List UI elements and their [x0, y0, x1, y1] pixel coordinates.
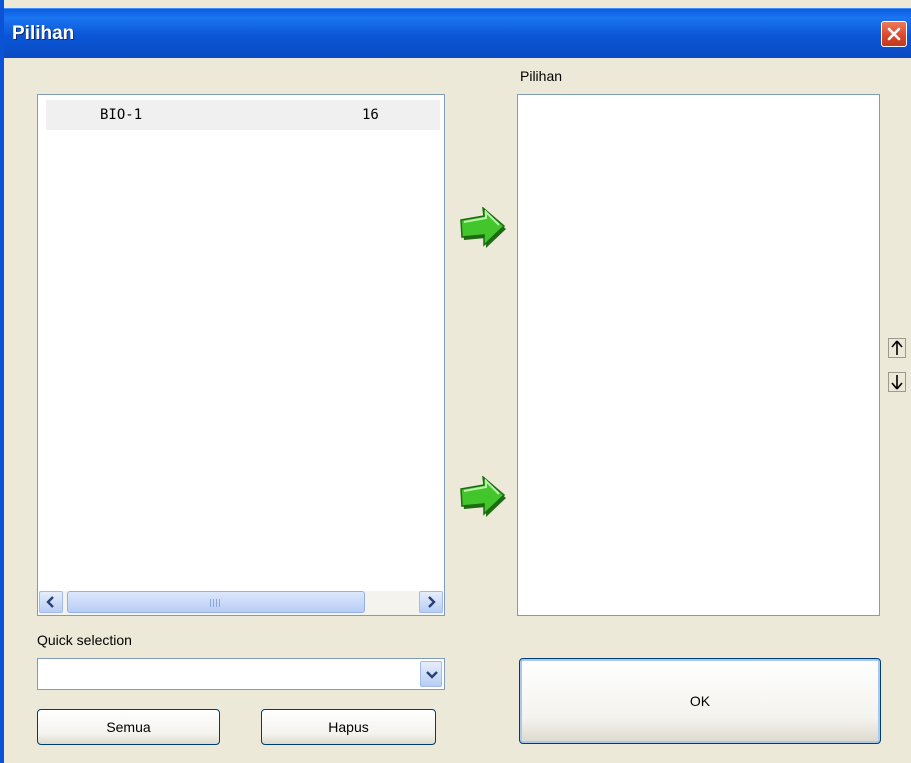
chevron-left-icon: [46, 596, 54, 608]
horizontal-scrollbar[interactable]: [39, 591, 443, 615]
scroll-left-button[interactable]: [39, 591, 63, 613]
window-title: Pilihan: [12, 23, 75, 44]
move-down-button[interactable]: [888, 372, 906, 392]
select-all-button[interactable]: Semua: [37, 709, 220, 745]
list-item[interactable]: BIO-1 16: [46, 100, 440, 130]
selected-list-label: Pilihan: [520, 68, 563, 84]
list-item-name: BIO-1: [100, 107, 143, 123]
close-icon: [887, 27, 901, 41]
title-bar: Pilihan: [4, 8, 911, 58]
ok-button[interactable]: OK: [519, 658, 881, 744]
chevron-down-icon: [426, 671, 438, 679]
quick-selection-combobox[interactable]: [37, 658, 445, 690]
clear-button[interactable]: Hapus: [261, 709, 436, 745]
green-right-arrow-icon: [460, 476, 506, 517]
move-up-button[interactable]: [888, 338, 906, 358]
scrollbar-thumb[interactable]: [67, 591, 365, 613]
chevron-right-icon: [428, 596, 436, 608]
quick-selection-label: Quick selection: [37, 632, 132, 648]
dialog-window: Pilihan BIO-1 16 Pilihan Quick selection…: [0, 0, 911, 763]
close-button[interactable]: [881, 21, 907, 47]
source-listbox[interactable]: BIO-1 16: [37, 94, 445, 616]
selected-listbox[interactable]: [517, 94, 880, 616]
add-selected-button[interactable]: [459, 207, 509, 251]
scroll-right-button[interactable]: [419, 591, 443, 613]
add-all-button[interactable]: [459, 476, 509, 520]
list-item-value: 16: [362, 107, 379, 123]
grip-icon: [210, 599, 222, 607]
green-right-arrow-icon: [460, 207, 506, 248]
dropdown-button[interactable]: [420, 661, 442, 687]
